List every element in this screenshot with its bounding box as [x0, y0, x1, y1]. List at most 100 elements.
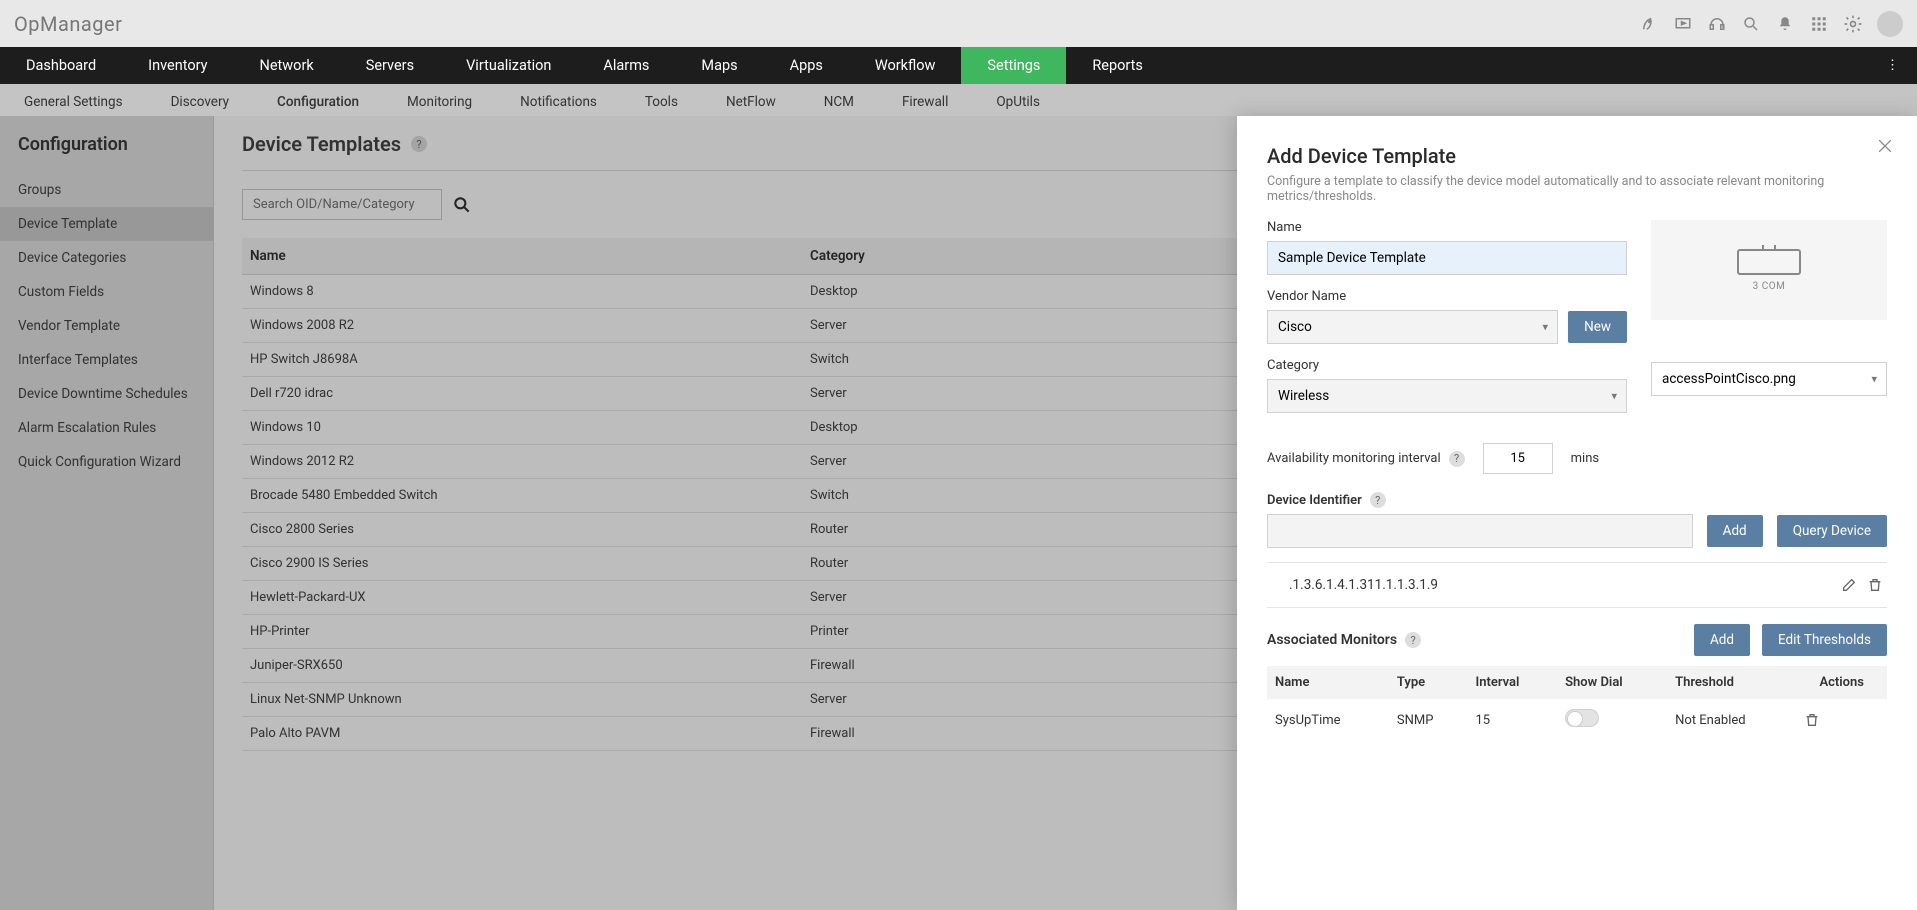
- vendor-select[interactable]: [1267, 310, 1558, 344]
- page-title-text: Device Templates: [242, 132, 401, 156]
- sidebar-item-custom-fields[interactable]: Custom Fields: [0, 275, 213, 309]
- nav-settings[interactable]: Settings: [961, 47, 1066, 84]
- nav-dashboard[interactable]: Dashboard: [0, 47, 122, 84]
- cell-name: HP-Printer: [242, 615, 802, 649]
- cell-name: HP Switch J8698A: [242, 343, 802, 377]
- nav-alarms[interactable]: Alarms: [577, 47, 675, 84]
- new-vendor-button[interactable]: New: [1568, 311, 1627, 343]
- help-icon-device-identifier[interactable]: ?: [1370, 492, 1386, 508]
- label-associated-monitors: Associated Monitors ?: [1267, 632, 1421, 648]
- cell-name: Linux Net-SNMP Unknown: [242, 683, 802, 717]
- mcol-threshold: Threshold: [1667, 666, 1796, 699]
- mcol-type: Type: [1389, 666, 1468, 699]
- oid-row: .1.3.6.1.4.1.311.1.1.3.1.9: [1267, 567, 1887, 603]
- sidebar-item-vendor-template[interactable]: Vendor Template: [0, 309, 213, 343]
- sidebar-item-device-categories[interactable]: Device Categories: [0, 241, 213, 275]
- device-image-preview: 3 COM: [1651, 220, 1887, 320]
- associated-monitors-table: Name Type Interval Show Dial Threshold A…: [1267, 666, 1887, 741]
- sidebar-item-interface-templates[interactable]: Interface Templates: [0, 343, 213, 377]
- sidebar-item-device-downtime[interactable]: Device Downtime Schedules: [0, 377, 213, 411]
- search-icon[interactable]: [1741, 14, 1761, 34]
- trash-icon[interactable]: [1804, 712, 1879, 728]
- main-nav: Dashboard Inventory Network Servers Virt…: [0, 47, 1917, 84]
- monitor-row: SysUpTimeSNMP15 Not Enabled: [1267, 699, 1887, 741]
- panel-description: Configure a template to classify the dev…: [1267, 174, 1887, 204]
- headset-icon[interactable]: [1707, 14, 1727, 34]
- help-icon[interactable]: ?: [411, 136, 427, 152]
- search-button[interactable]: [452, 195, 472, 215]
- cell-name: Juniper-SRX650: [242, 649, 802, 683]
- mcell-threshold: Not Enabled: [1667, 699, 1796, 741]
- mcell-actions: [1796, 699, 1887, 741]
- avatar[interactable]: [1877, 11, 1903, 37]
- topbar-actions: [1639, 11, 1903, 37]
- top-bar: OpManager: [0, 0, 1917, 47]
- sidebar-item-device-template[interactable]: Device Template: [0, 207, 213, 241]
- nav-workflow[interactable]: Workflow: [849, 47, 962, 84]
- interval-field[interactable]: [1483, 443, 1553, 474]
- cell-name: Hewlett-Packard-UX: [242, 581, 802, 615]
- mcol-name: Name: [1267, 666, 1389, 699]
- label-name: Name: [1267, 220, 1627, 235]
- nav-more-icon[interactable]: ⋮: [1868, 48, 1917, 83]
- show-dial-toggle[interactable]: [1565, 709, 1599, 727]
- nav-apps[interactable]: Apps: [764, 47, 849, 84]
- device-identifier-field[interactable]: [1267, 514, 1693, 548]
- category-select[interactable]: [1267, 379, 1627, 413]
- cell-name: Windows 2008 R2: [242, 309, 802, 343]
- unit-mins: mins: [1571, 451, 1599, 466]
- body: Configuration Groups Device Template Dev…: [0, 116, 1917, 910]
- configuration-sidebar: Configuration Groups Device Template Dev…: [0, 116, 214, 910]
- brand-logo: OpManager: [14, 12, 122, 36]
- label-device-identifier: Device Identifier ?: [1267, 492, 1887, 508]
- panel-title: Add Device Template: [1267, 144, 1887, 168]
- search-input[interactable]: [242, 189, 442, 220]
- col-name[interactable]: Name: [242, 238, 802, 275]
- add-identifier-button[interactable]: Add: [1707, 515, 1763, 547]
- add-device-template-panel: Add Device Template Configure a template…: [1237, 116, 1917, 910]
- close-icon[interactable]: [1875, 136, 1895, 156]
- nav-maps[interactable]: Maps: [675, 47, 763, 84]
- rocket-icon[interactable]: [1639, 14, 1659, 34]
- bell-icon[interactable]: [1775, 14, 1795, 34]
- add-monitor-button[interactable]: Add: [1694, 624, 1750, 656]
- sidebar-item-quick-config-wizard[interactable]: Quick Configuration Wizard: [0, 445, 213, 479]
- help-icon-availability[interactable]: ?: [1449, 451, 1465, 467]
- nav-servers[interactable]: Servers: [340, 47, 440, 84]
- mcell-type: SNMP: [1389, 699, 1468, 741]
- mcell-show-dial: [1557, 699, 1667, 741]
- edit-icon[interactable]: [1841, 577, 1857, 593]
- oid-value: .1.3.6.1.4.1.311.1.1.3.1.9: [1271, 577, 1841, 593]
- nav-network[interactable]: Network: [234, 47, 340, 84]
- nav-virtualization[interactable]: Virtualization: [440, 47, 577, 84]
- trash-icon[interactable]: [1867, 577, 1883, 593]
- mcell-name: SysUpTime: [1267, 699, 1389, 741]
- router-icon: [1737, 249, 1801, 275]
- apps-grid-icon[interactable]: [1809, 14, 1829, 34]
- cell-name: Palo Alto PAVM: [242, 717, 802, 751]
- label-availability: Availability monitoring interval ?: [1267, 451, 1465, 467]
- cell-name: Cisco 2800 Series: [242, 513, 802, 547]
- mcol-interval: Interval: [1467, 666, 1557, 699]
- sidebar-item-alarm-escalation[interactable]: Alarm Escalation Rules: [0, 411, 213, 445]
- name-field[interactable]: [1267, 241, 1627, 275]
- mcell-interval: 15: [1467, 699, 1557, 741]
- cell-name: Windows 10: [242, 411, 802, 445]
- gear-icon[interactable]: [1843, 14, 1863, 34]
- cell-name: Windows 2012 R2: [242, 445, 802, 479]
- cell-name: Brocade 5480 Embedded Switch: [242, 479, 802, 513]
- sidebar-title: Configuration: [0, 116, 213, 173]
- edit-thresholds-button[interactable]: Edit Thresholds: [1762, 624, 1887, 656]
- presentation-icon[interactable]: [1673, 14, 1693, 34]
- mcol-show-dial: Show Dial: [1557, 666, 1667, 699]
- nav-inventory[interactable]: Inventory: [122, 47, 233, 84]
- query-device-button[interactable]: Query Device: [1777, 515, 1887, 547]
- help-icon-monitors[interactable]: ?: [1405, 632, 1421, 648]
- page-title: Device Templates ?: [242, 132, 427, 156]
- label-category: Category: [1267, 358, 1627, 373]
- nav-reports[interactable]: Reports: [1066, 47, 1169, 84]
- label-vendor: Vendor Name: [1267, 289, 1627, 304]
- device-image-select[interactable]: [1651, 362, 1887, 396]
- mcol-actions: Actions: [1796, 666, 1887, 699]
- sidebar-item-groups[interactable]: Groups: [0, 173, 213, 207]
